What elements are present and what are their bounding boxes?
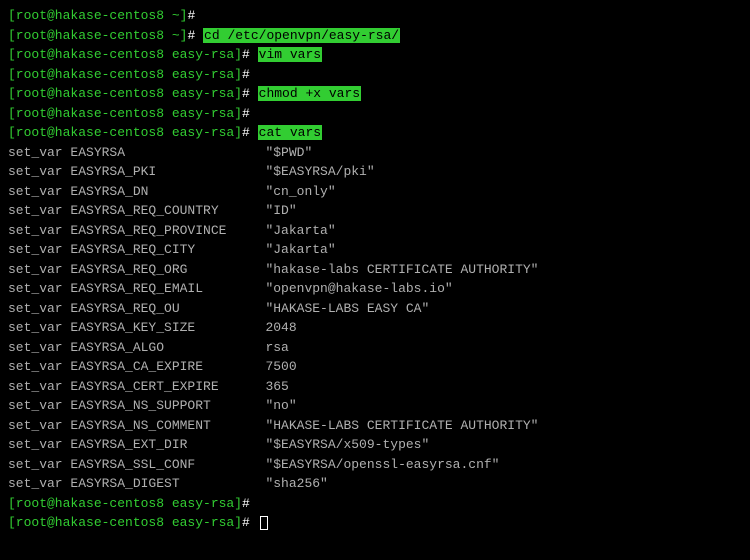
shell-prompt: [root@hakase-centos8 easy-rsa] <box>8 125 242 140</box>
command-output: set_var EASYRSA_REQ_ORG "hakase-labs CER… <box>8 262 539 277</box>
command-output: set_var EASYRSA_PKI "$EASYRSA/pki" <box>8 164 375 179</box>
command-output: set_var EASYRSA_NS_SUPPORT "no" <box>8 398 297 413</box>
command-output: set_var EASYRSA_REQ_PROVINCE "Jakarta" <box>8 223 336 238</box>
shell-prompt-hash: # <box>187 8 203 23</box>
terminal-line: set_var EASYRSA_REQ_COUNTRY "ID" <box>8 201 742 221</box>
terminal-line: [root@hakase-centos8 easy-rsa]# <box>8 104 742 124</box>
command-output: set_var EASYRSA_DN "cn_only" <box>8 184 336 199</box>
terminal-line: [root@hakase-centos8 ~]# <box>8 6 742 26</box>
terminal-line: set_var EASYRSA_PKI "$EASYRSA/pki" <box>8 162 742 182</box>
shell-prompt: [root@hakase-centos8 easy-rsa] <box>8 515 242 530</box>
command-output: set_var EASYRSA_CERT_EXPIRE 365 <box>8 379 289 394</box>
shell-prompt-hash: # <box>242 67 258 82</box>
shell-prompt-hash: # <box>242 86 258 101</box>
shell-command: vim vars <box>258 47 322 62</box>
terminal-line: [root@hakase-centos8 easy-rsa]# cat vars <box>8 123 742 143</box>
shell-command: cd /etc/openvpn/easy-rsa/ <box>203 28 400 43</box>
command-output: set_var EASYRSA_KEY_SIZE 2048 <box>8 320 297 335</box>
shell-prompt: [root@hakase-centos8 ~] <box>8 28 187 43</box>
terminal-line: [root@hakase-centos8 easy-rsa]# <box>8 65 742 85</box>
terminal-line: [root@hakase-centos8 ~]# cd /etc/openvpn… <box>8 26 742 46</box>
shell-command: cat vars <box>258 125 322 140</box>
shell-prompt-hash: # <box>242 106 258 121</box>
terminal-line: [root@hakase-centos8 easy-rsa]# <box>8 494 742 514</box>
shell-prompt: [root@hakase-centos8 easy-rsa] <box>8 86 242 101</box>
command-output: set_var EASYRSA_SSL_CONF "$EASYRSA/opens… <box>8 457 499 472</box>
command-output: set_var EASYRSA_REQ_EMAIL "openvpn@hakas… <box>8 281 453 296</box>
terminal-line: set_var EASYRSA_REQ_PROVINCE "Jakarta" <box>8 221 742 241</box>
cursor-icon <box>260 516 268 530</box>
shell-prompt-hash: # <box>242 515 258 530</box>
terminal-line: [root@hakase-centos8 easy-rsa]# vim vars <box>8 45 742 65</box>
terminal-line: set_var EASYRSA_KEY_SIZE 2048 <box>8 318 742 338</box>
terminal-line: set_var EASYRSA_DIGEST "sha256" <box>8 474 742 494</box>
command-output: set_var EASYRSA_NS_COMMENT "HAKASE-LABS … <box>8 418 539 433</box>
terminal-line: set_var EASYRSA_DN "cn_only" <box>8 182 742 202</box>
terminal-line: set_var EASYRSA_NS_COMMENT "HAKASE-LABS … <box>8 416 742 436</box>
terminal-line: set_var EASYRSA_EXT_DIR "$EASYRSA/x509-t… <box>8 435 742 455</box>
terminal-line: set_var EASYRSA_REQ_ORG "hakase-labs CER… <box>8 260 742 280</box>
terminal-line: set_var EASYRSA_REQ_EMAIL "openvpn@hakas… <box>8 279 742 299</box>
terminal-line: set_var EASYRSA_NS_SUPPORT "no" <box>8 396 742 416</box>
command-output: set_var EASYRSA_EXT_DIR "$EASYRSA/x509-t… <box>8 437 429 452</box>
command-output: set_var EASYRSA_REQ_OU "HAKASE-LABS EASY… <box>8 301 429 316</box>
terminal-line: [root@hakase-centos8 easy-rsa]# <box>8 513 742 533</box>
command-output: set_var EASYRSA "$PWD" <box>8 145 312 160</box>
terminal-line: set_var EASYRSA_CERT_EXPIRE 365 <box>8 377 742 397</box>
command-output: set_var EASYRSA_REQ_COUNTRY "ID" <box>8 203 297 218</box>
shell-prompt: [root@hakase-centos8 ~] <box>8 8 187 23</box>
command-output: set_var EASYRSA_CA_EXPIRE 7500 <box>8 359 297 374</box>
command-output: set_var EASYRSA_REQ_CITY "Jakarta" <box>8 242 336 257</box>
terminal-line: set_var EASYRSA_REQ_CITY "Jakarta" <box>8 240 742 260</box>
terminal-line: set_var EASYRSA_SSL_CONF "$EASYRSA/opens… <box>8 455 742 475</box>
terminal-line: set_var EASYRSA_REQ_OU "HAKASE-LABS EASY… <box>8 299 742 319</box>
shell-prompt: [root@hakase-centos8 easy-rsa] <box>8 67 242 82</box>
command-output: set_var EASYRSA_ALGO rsa <box>8 340 289 355</box>
shell-prompt-hash: # <box>242 496 258 511</box>
terminal-line: set_var EASYRSA "$PWD" <box>8 143 742 163</box>
terminal-line: set_var EASYRSA_ALGO rsa <box>8 338 742 358</box>
terminal-line: set_var EASYRSA_CA_EXPIRE 7500 <box>8 357 742 377</box>
shell-prompt: [root@hakase-centos8 easy-rsa] <box>8 47 242 62</box>
shell-prompt: [root@hakase-centos8 easy-rsa] <box>8 106 242 121</box>
shell-prompt-hash: # <box>242 47 258 62</box>
shell-prompt: [root@hakase-centos8 easy-rsa] <box>8 496 242 511</box>
shell-prompt-hash: # <box>242 125 258 140</box>
command-output: set_var EASYRSA_DIGEST "sha256" <box>8 476 328 491</box>
shell-command: chmod +x vars <box>258 86 361 101</box>
terminal-line: [root@hakase-centos8 easy-rsa]# chmod +x… <box>8 84 742 104</box>
shell-prompt-hash: # <box>187 28 203 43</box>
terminal-window[interactable]: [root@hakase-centos8 ~]# [root@hakase-ce… <box>8 6 742 554</box>
